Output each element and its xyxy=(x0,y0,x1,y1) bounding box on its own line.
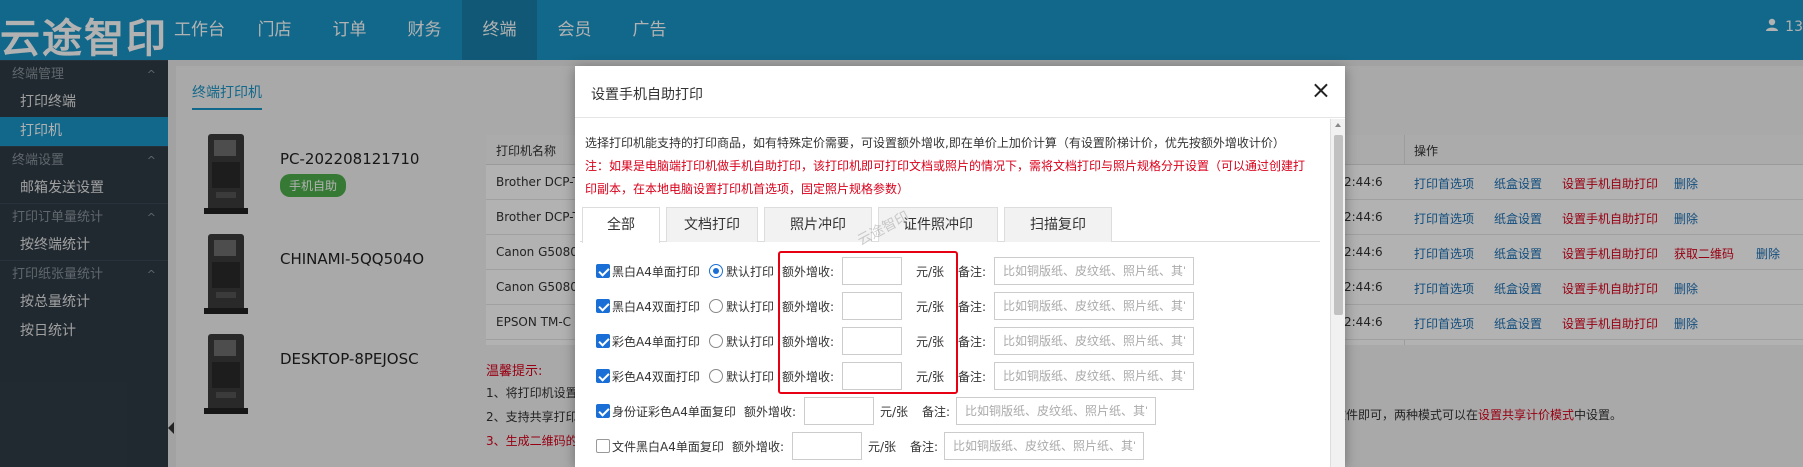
note-input[interactable] xyxy=(994,257,1194,285)
default-print-label: 默认打印 xyxy=(726,300,775,314)
dialog-note: 印副本，在本地电脑设置打印机首选项，固定照片规格参数） xyxy=(585,182,910,196)
option-row: 彩色A4单面打印 默认打印 额外增收: 元/张 备注: xyxy=(596,327,1326,355)
note-label: 备注: xyxy=(958,335,987,349)
default-print-radio[interactable] xyxy=(709,264,723,278)
option-row: 文件黑白A4单面复印 额外增收: 元/张 备注: xyxy=(596,432,1326,460)
scroll-up-icon[interactable] xyxy=(1335,123,1341,127)
option-row: 黑白A4双面打印 默认打印 额外增收: 元/张 备注: xyxy=(596,292,1326,320)
option-checkbox[interactable] xyxy=(596,334,610,348)
highlight-box xyxy=(778,251,958,394)
extra-charge-input[interactable] xyxy=(804,397,874,425)
tab-all[interactable]: 全部 xyxy=(582,207,660,243)
option-label: 身份证彩色A4单面复印 xyxy=(612,405,736,419)
extra-charge-input[interactable] xyxy=(792,432,862,460)
option-label: 黑白A4单面打印 xyxy=(612,265,700,279)
dialog-scrollbar[interactable] xyxy=(1330,119,1345,467)
option-checkbox[interactable] xyxy=(596,404,610,418)
dialog-header: 设置手机自助打印 × xyxy=(575,66,1345,118)
option-row: 黑白A4单面打印 默认打印 额外增收: 元/张 备注: xyxy=(596,257,1326,285)
note-label: 备注: xyxy=(922,405,951,419)
note-input[interactable] xyxy=(994,362,1194,390)
option-checkbox[interactable] xyxy=(596,369,610,383)
dialog-tabs: 全部 文档打印 照片冲印 证件照冲印 扫描复印 xyxy=(580,207,1320,243)
scroll-thumb[interactable] xyxy=(1334,135,1343,315)
note-input[interactable] xyxy=(994,292,1194,320)
unit-label: 元/张 xyxy=(880,405,909,419)
option-checkbox[interactable] xyxy=(596,299,610,313)
tab-document-print[interactable]: 文档打印 xyxy=(666,207,758,242)
default-print-radio[interactable] xyxy=(709,369,723,383)
default-print-label: 默认打印 xyxy=(726,265,775,279)
option-checkbox[interactable] xyxy=(596,439,610,453)
default-print-radio[interactable] xyxy=(709,299,723,313)
default-print-label: 默认打印 xyxy=(726,335,775,349)
unit-label: 元/张 xyxy=(868,440,897,454)
note-label: 备注: xyxy=(910,440,939,454)
dialog-description: 选择打印机能支持的打印商品，如有特殊定价需要，可设置额外增收,即在单价上加价计算… xyxy=(585,136,1285,150)
default-print-label: 默认打印 xyxy=(726,370,775,384)
option-checkbox[interactable] xyxy=(596,264,610,278)
option-label: 文件黑白A4单面复印 xyxy=(612,440,724,454)
option-label: 黑白A4双面打印 xyxy=(612,300,700,314)
default-print-radio[interactable] xyxy=(709,334,723,348)
option-label: 彩色A4单面打印 xyxy=(612,335,700,349)
option-row: 身份证彩色A4单面复印 额外增收: 元/张 备注: xyxy=(596,397,1326,425)
note-input[interactable] xyxy=(956,397,1156,425)
option-row: 彩色A4双面打印 默认打印 额外增收: 元/张 备注: xyxy=(596,362,1326,390)
dialog-title: 设置手机自助打印 xyxy=(591,87,703,103)
extra-charge-label: 额外增收: xyxy=(744,405,797,419)
dialog-note: 注：如果是电脑端打印机做手机自助打印，该打印机即可打印文档或照片的情况下，需将文… xyxy=(585,159,1306,173)
note-label: 备注: xyxy=(958,265,987,279)
option-label: 彩色A4双面打印 xyxy=(612,370,700,384)
note-label: 备注: xyxy=(958,300,987,314)
note-input[interactable] xyxy=(944,432,1144,460)
extra-charge-label: 额外增收: xyxy=(732,440,785,454)
note-label: 备注: xyxy=(958,370,987,384)
close-icon[interactable]: × xyxy=(1311,78,1331,102)
tab-scan-copy[interactable]: 扫描复印 xyxy=(1004,207,1112,242)
note-input[interactable] xyxy=(994,327,1194,355)
